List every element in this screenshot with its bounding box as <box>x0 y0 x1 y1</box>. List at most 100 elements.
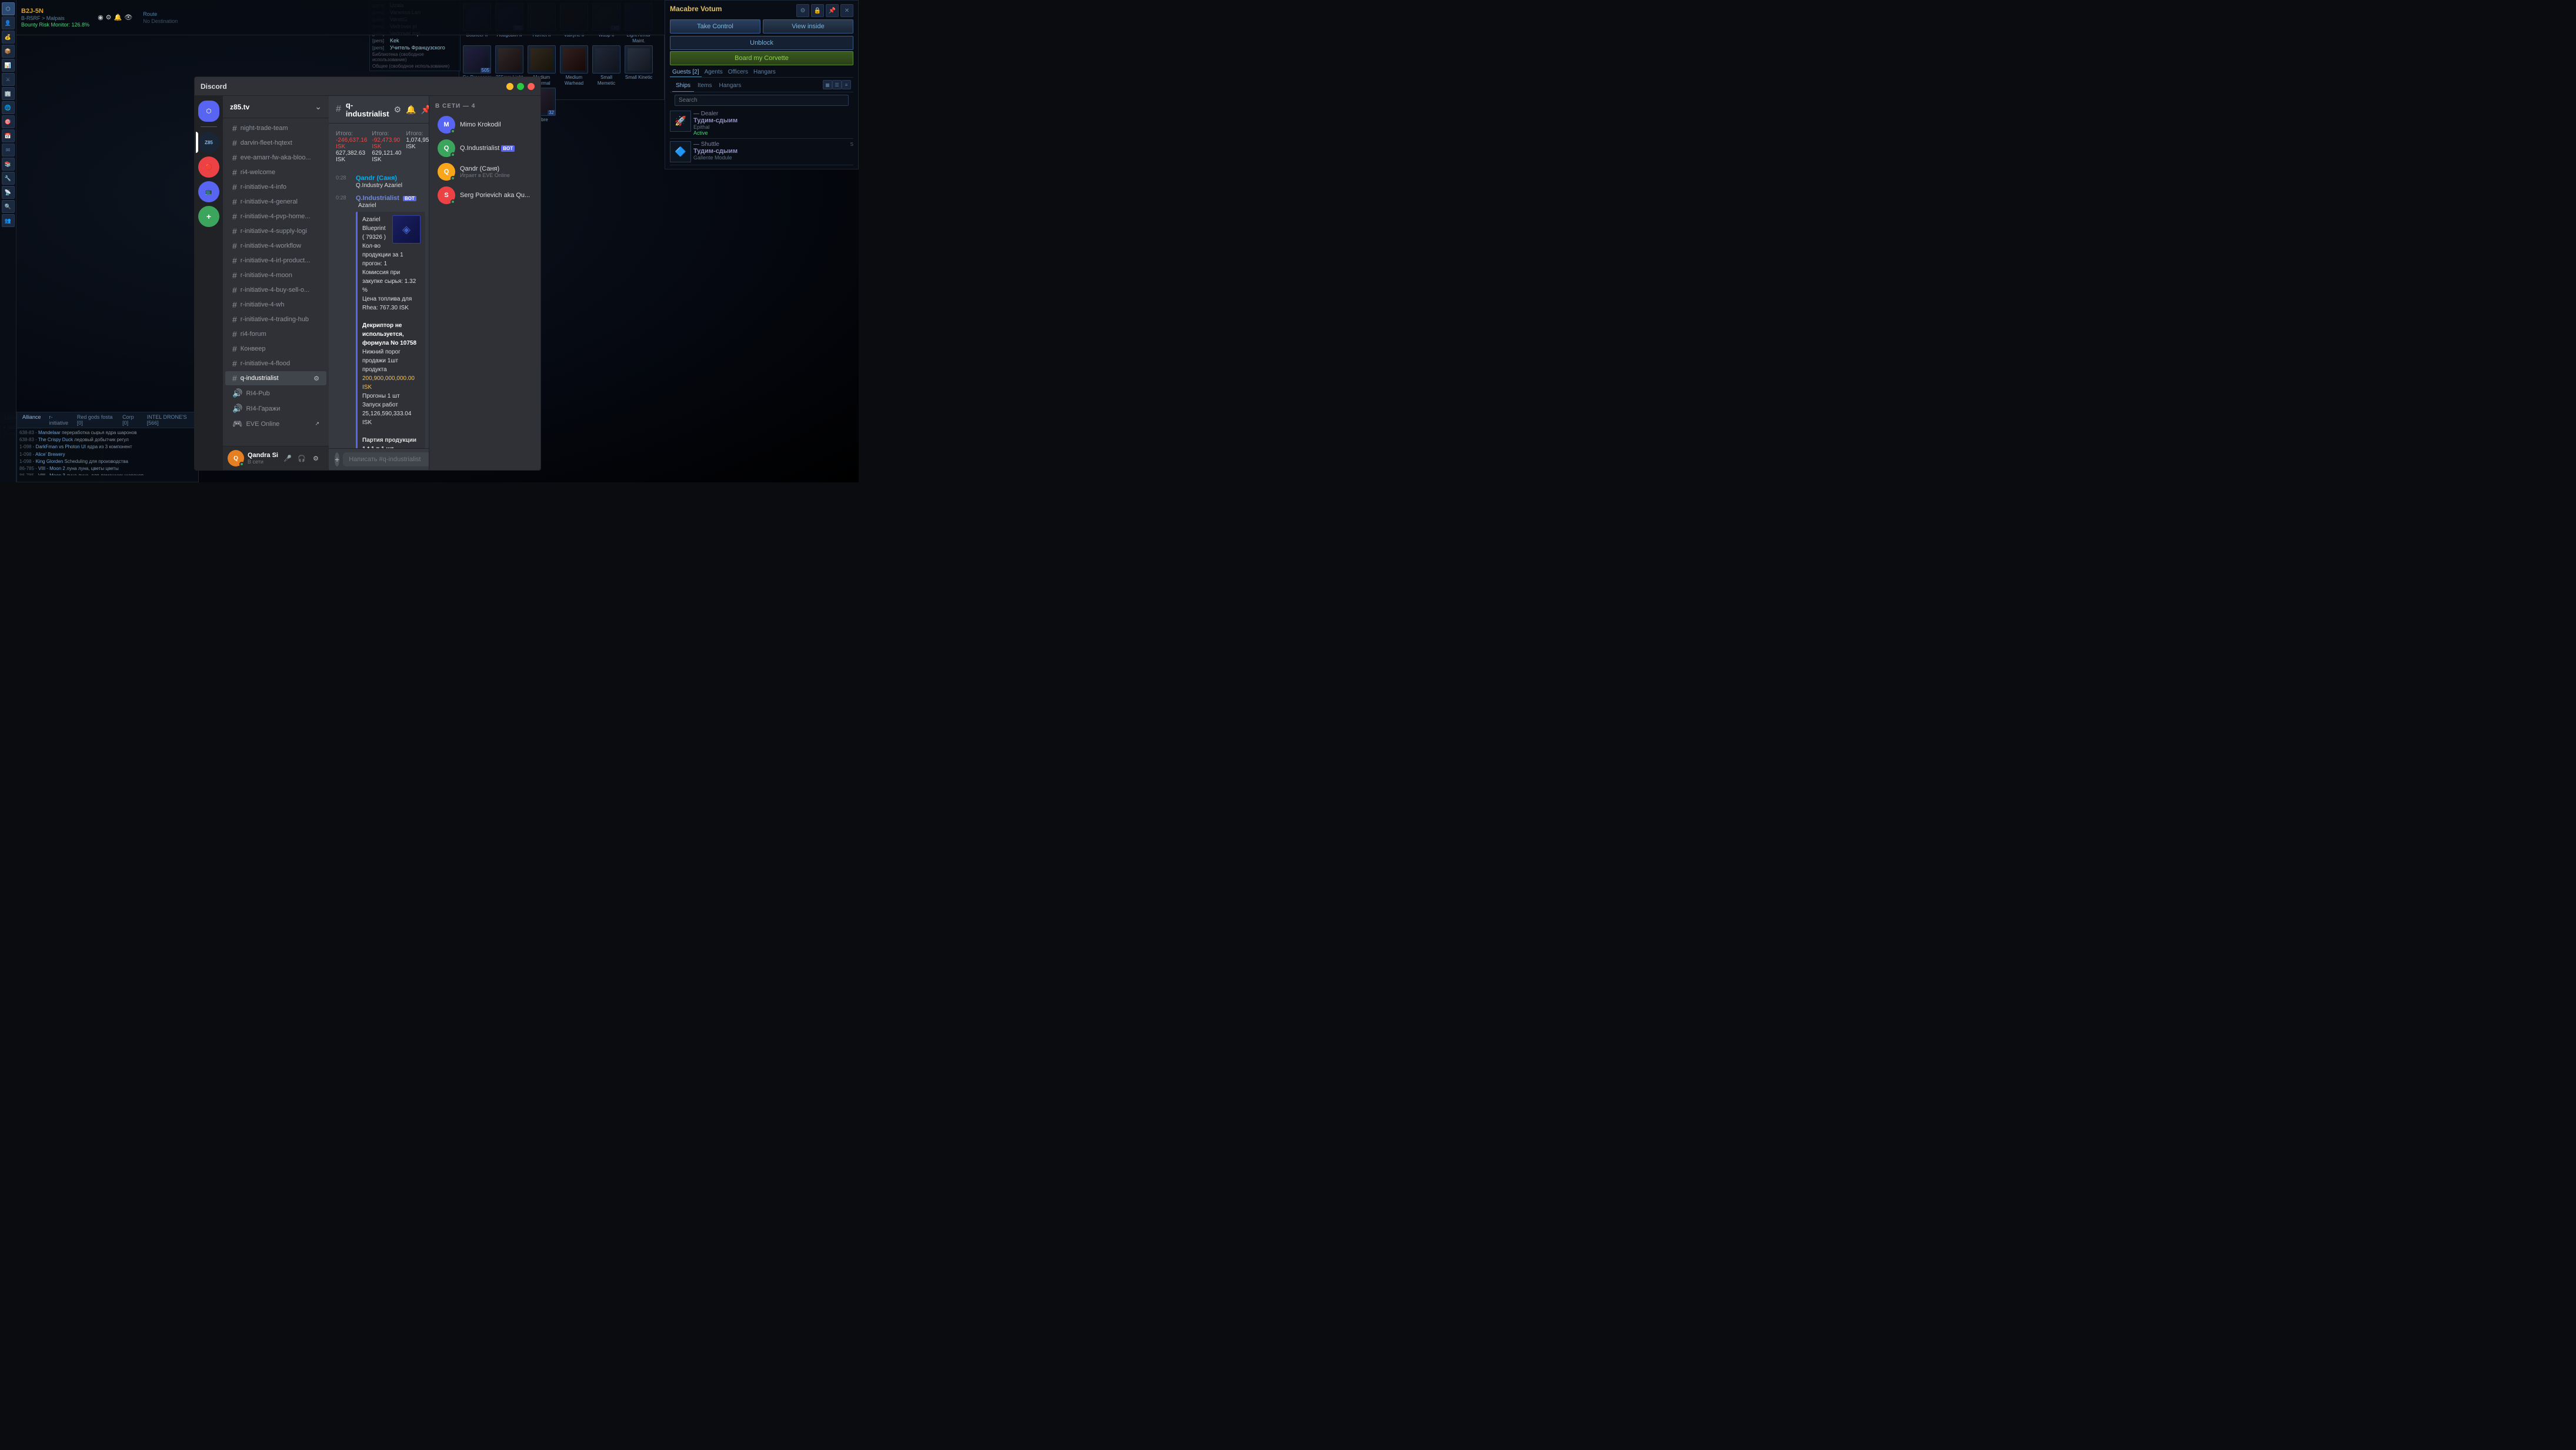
take-control-button[interactable]: Take Control <box>670 19 760 34</box>
left-bar-agency-icon[interactable]: 🎯 <box>2 115 15 128</box>
tab-guests[interactable]: Guests [2] <box>670 68 702 77</box>
tab-officers[interactable]: Officers <box>726 68 750 77</box>
slot-255mm[interactable]: 255mm Light <box>494 45 525 81</box>
tab-items[interactable]: Items <box>694 80 715 92</box>
macabre-close-icon[interactable]: ✕ <box>840 4 853 17</box>
unblock-button[interactable]: Unblock <box>670 36 853 50</box>
tab-intel-drones[interactable]: INTEL DRONE'S [566] <box>145 414 195 426</box>
member-mimo[interactable]: M Mimo Krokodil <box>432 114 538 136</box>
ship-search-input[interactable] <box>675 95 849 106</box>
channel-ri4-forum[interactable]: # ri4-forum <box>225 327 326 341</box>
alliance-chat-header: Alliance r-initiative Red gods fosta [0]… <box>17 412 198 428</box>
ship-item-epithal[interactable]: 🚀 — Dealer Тудим-сдыим Epithal Active <box>670 108 853 139</box>
channel-ri4-welcome[interactable]: # ri4-welcome <box>225 165 326 179</box>
minimize-button[interactable] <box>506 83 513 90</box>
header-settings-icon[interactable]: ⚙ <box>394 105 402 115</box>
left-bar-corp-icon[interactable]: 🏢 <box>2 87 15 100</box>
server-icon-2[interactable]: 🔴 <box>198 156 219 178</box>
player-entry-7[interactable]: [pers]Учитель Французского <box>372 44 458 51</box>
left-bar-alliance-icon[interactable]: 🌐 <box>2 101 15 114</box>
tab-red-gods[interactable]: Red gods fosta [0] <box>75 414 116 426</box>
channel-r-pvp[interactable]: # r-initiative-4-pvp-home... <box>225 209 326 224</box>
header-pin-icon[interactable]: 📌 <box>421 105 429 115</box>
channel-eve-online[interactable]: 🎮 EVE Online ↗ <box>225 416 326 431</box>
player-entry-6[interactable]: [pers]Kek <box>372 37 458 44</box>
channel-ri4-pub[interactable]: 🔊 RI4-Pub <box>225 386 326 401</box>
slot-small-kinetic[interactable]: Small Kinetic <box>623 45 654 81</box>
channel-r-wh[interactable]: # r-initiative-4-wh <box>225 298 326 312</box>
channel-night-trade[interactable]: # night-trade-team <box>225 121 326 135</box>
ship-item-shuttle[interactable]: 🔷 — Shuttle S Тудим-сдыим Gallente Modul… <box>670 139 853 165</box>
macabre-settings-icon[interactable]: ⚙ <box>796 4 809 17</box>
chat-input[interactable] <box>343 452 429 466</box>
channel-r-info[interactable]: # r-initiative-4-info <box>225 180 326 194</box>
macabre-pin-icon[interactable]: 📌 <box>826 4 839 17</box>
left-bar-inventory-icon[interactable]: 📦 <box>2 45 15 58</box>
view-inside-button[interactable]: View inside <box>763 19 853 34</box>
left-bar-fleet-icon[interactable]: ⚔ <box>2 73 15 86</box>
left-bar-mail-icon[interactable]: ✉ <box>2 144 15 156</box>
channel-r-irl[interactable]: # r-initiative-4-irl-product... <box>225 254 326 268</box>
channel-r-supply[interactable]: # r-initiative-4-supply-logi <box>225 224 326 238</box>
slot-med-warhead[interactable]: Medium Warhead <box>559 45 589 86</box>
channel-ri4-garagi[interactable]: 🔊 RI4-Гаражи <box>225 401 326 416</box>
header-notification-icon[interactable]: 🔔 <box>406 105 416 115</box>
top-bar-icon-4[interactable]: 👁 <box>124 14 132 21</box>
slot-small-memetic[interactable]: Small Memetic <box>591 45 622 86</box>
member-qandr[interactable]: Q Qandr (Саня) Играет в EVE Online <box>432 161 538 183</box>
view-toggle-2[interactable]: ☰ <box>832 80 842 89</box>
left-bar-skills-icon[interactable]: 📚 <box>2 158 15 171</box>
channel-settings-icon[interactable]: ⚙ <box>313 375 319 382</box>
channel-darvin[interactable]: # darvin-fleet-hqtext <box>225 136 326 150</box>
settings-button[interactable]: ⚙ <box>310 452 322 464</box>
member-q-industrialist[interactable]: Q Q.Industrialist BOT <box>432 137 538 159</box>
player-entry-9: Общее (свободное использование) <box>372 63 458 69</box>
tab-hangars[interactable]: Hangars <box>751 68 778 77</box>
board-corvette-button[interactable]: Board my Corvette <box>670 51 853 65</box>
msg-author-qandr[interactable]: Qandr (Саня) <box>356 175 397 182</box>
view-toggle-1[interactable]: ▦ <box>823 80 832 89</box>
system-name[interactable]: B2J-5N <box>21 8 89 15</box>
tab-corp[interactable]: Corp [0] <box>121 414 141 426</box>
tab-hangars-2[interactable]: Hangars <box>715 80 745 92</box>
view-toggle-3[interactable]: ≡ <box>842 80 851 89</box>
macabre-lock-icon[interactable]: 🔒 <box>811 4 824 17</box>
channel-r-workflow[interactable]: # r-initiative-4-workflow <box>225 239 326 253</box>
left-bar-people-icon[interactable]: 👥 <box>2 214 15 227</box>
channel-konveer[interactable]: # Конвеер <box>225 342 326 356</box>
attach-button[interactable]: + <box>335 452 339 466</box>
member-serg[interactable]: S Serg Porievich aka Qu... <box>432 184 538 206</box>
channel-r-general[interactable]: # r-initiative-4-general <box>225 195 326 209</box>
tab-alliance[interactable]: Alliance <box>21 414 43 426</box>
channel-r-moon[interactable]: # r-initiative-4-moon <box>225 268 326 282</box>
top-bar-icon-3[interactable]: 🔔 <box>114 14 122 21</box>
channel-q-industrialist[interactable]: # q-industrialist ⚙ <box>225 371 326 385</box>
maximize-button[interactable] <box>517 83 524 90</box>
mute-button[interactable]: 🎤 <box>282 452 293 464</box>
left-bar-dscan-icon[interactable]: 📡 <box>2 186 15 199</box>
left-bar-market-icon[interactable]: 📊 <box>2 59 15 72</box>
channel-r-buy[interactable]: # r-initiative-4-buy-sell-o... <box>225 283 326 297</box>
left-bar-map-icon[interactable]: ⬡ <box>2 2 15 15</box>
add-server-icon[interactable]: + <box>198 206 219 227</box>
left-bar-probe-icon[interactable]: 🔍 <box>2 200 15 213</box>
server-icon-3[interactable]: 📺 <box>198 181 219 202</box>
left-bar-wallet-icon[interactable]: 💰 <box>2 31 15 44</box>
left-bar-calendar-icon[interactable]: 📅 <box>2 129 15 142</box>
channel-r-trading[interactable]: # r-initiative-4-trading-hub <box>225 312 326 326</box>
left-bar-fitting-icon[interactable]: 🔧 <box>2 172 15 185</box>
msg-author-bot[interactable]: Q.Industrialist <box>356 195 399 202</box>
top-bar-icon-1[interactable]: ◉ <box>98 14 104 21</box>
tab-ships[interactable]: Ships <box>672 80 694 92</box>
home-server-icon[interactable]: ⬡ <box>198 101 219 122</box>
close-button[interactable] <box>528 83 535 90</box>
tab-r-initiative[interactable]: r-initiative <box>48 414 71 426</box>
channel-r-flood[interactable]: # r-initiative-4-flood <box>225 356 326 371</box>
tab-agents[interactable]: Agents <box>702 68 725 77</box>
channel-eve-amarr[interactable]: # eve-amarr-fw-aka-bloo... <box>225 151 326 165</box>
top-bar-icon-2[interactable]: ⚙ <box>106 14 112 21</box>
server-icon-z85[interactable]: Z85 <box>198 132 219 153</box>
server-header[interactable]: z85.tv ⌄ <box>223 96 329 118</box>
deafen-button[interactable]: 🎧 <box>296 452 308 464</box>
left-bar-char-icon[interactable]: 👤 <box>2 16 15 29</box>
